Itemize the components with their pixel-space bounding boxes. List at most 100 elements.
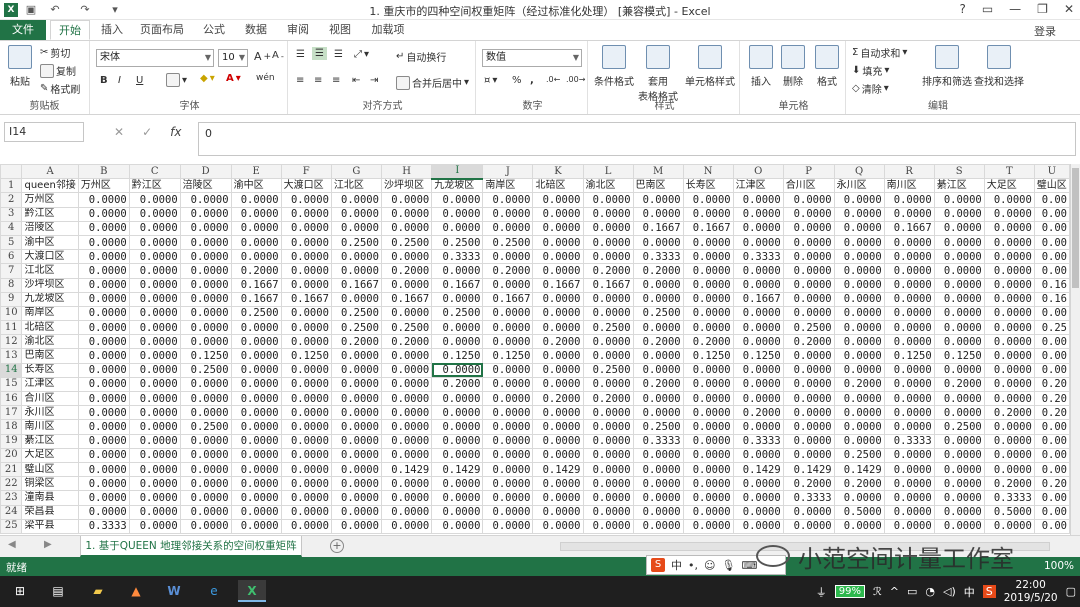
weight-cell[interactable]: 0.0000 — [330, 504, 382, 520]
weight-cell[interactable]: 0.0000 — [732, 447, 784, 463]
weight-cell[interactable]: 0.0000 — [632, 390, 684, 407]
file-explorer-icon[interactable]: ▰ — [84, 580, 112, 602]
weight-cell[interactable]: 0.0000 — [782, 518, 835, 534]
weight-cell[interactable]: 0.1250 — [933, 348, 985, 364]
borders-button[interactable]: ▾ — [166, 73, 187, 87]
weight-cell[interactable]: 0.20 — [1033, 476, 1070, 492]
weight-cell[interactable]: 0.0000 — [632, 476, 684, 492]
task-view-icon[interactable]: ▤ — [44, 580, 72, 602]
weight-cell[interactable]: 0.0000 — [983, 263, 1035, 279]
weight-cell[interactable]: 0.0000 — [983, 376, 1035, 393]
header-cell[interactable]: 渝中区 — [230, 178, 282, 194]
weight-cell[interactable]: 0.0000 — [179, 220, 232, 236]
weight-cell[interactable]: 0.0000 — [380, 192, 433, 208]
weight-cell[interactable]: 0.0000 — [883, 206, 935, 222]
weight-cell[interactable]: 0.0000 — [230, 320, 282, 336]
weight-cell[interactable]: 0.0000 — [883, 192, 935, 208]
weight-cell[interactable]: 0.3333 — [632, 433, 684, 449]
weight-cell[interactable]: 0.0000 — [532, 447, 584, 463]
weight-cell[interactable]: 0.0000 — [482, 277, 534, 293]
weight-cell[interactable]: 0.0000 — [230, 476, 282, 492]
weight-cell[interactable]: 0.1667 — [482, 291, 534, 307]
weight-cell[interactable]: 0.0000 — [883, 504, 935, 520]
weight-cell[interactable]: 0.0000 — [77, 220, 130, 236]
ime-lang[interactable]: 中 — [671, 557, 682, 573]
weight-cell[interactable]: 0.1667 — [682, 220, 734, 236]
column-header[interactable]: U — [1033, 164, 1070, 180]
weight-cell[interactable]: 0.0000 — [883, 390, 935, 407]
weight-cell[interactable]: 0.0000 — [179, 320, 232, 336]
weight-cell[interactable]: 0.0000 — [782, 405, 835, 421]
weight-cell[interactable]: 0.0000 — [883, 490, 935, 506]
header-cell[interactable]: 江北区 — [330, 178, 382, 194]
header-cell[interactable]: 永川区 — [833, 178, 885, 194]
weight-cell[interactable]: 0.0000 — [230, 419, 282, 435]
weight-cell[interactable]: 0.0000 — [431, 504, 484, 520]
format-cells-button[interactable]: 格式 — [812, 45, 842, 88]
column-header[interactable]: Q — [833, 164, 885, 180]
weight-cell[interactable]: 0.0000 — [431, 206, 484, 222]
ribbon-display-icon[interactable]: ▭ — [982, 2, 993, 16]
copy-button[interactable]: 复制 — [40, 63, 76, 78]
weight-cell[interactable]: 0.0000 — [280, 305, 332, 322]
weight-cell[interactable]: 0.0000 — [682, 447, 734, 463]
weight-cell[interactable]: 0.0000 — [431, 220, 484, 236]
weight-cell[interactable]: 0.0000 — [632, 320, 684, 336]
weight-cell[interactable]: 0.0000 — [380, 362, 433, 378]
weight-cell[interactable]: 0.0000 — [883, 277, 935, 293]
tab-home[interactable]: 开始 — [50, 20, 90, 40]
column-header[interactable]: D — [179, 164, 232, 180]
weight-cell[interactable]: 0.0000 — [230, 518, 282, 534]
weight-cell[interactable]: 0.0000 — [933, 206, 985, 222]
weight-cell[interactable]: 0.2500 — [782, 320, 835, 336]
weight-cell[interactable]: 0.0000 — [179, 447, 232, 463]
row-header[interactable]: 25 — [0, 518, 23, 534]
weight-cell[interactable]: 0.3333 — [732, 249, 784, 265]
weight-cell[interactable]: 0.0000 — [380, 490, 433, 506]
weight-cell[interactable]: 0.0000 — [983, 518, 1035, 534]
find-select-button[interactable]: 查找和选择 — [974, 45, 1024, 88]
region-name-cell[interactable]: 万州区 — [21, 192, 79, 208]
weight-cell[interactable]: 0.1667 — [632, 220, 684, 236]
weight-cell[interactable]: 0.0000 — [632, 291, 684, 307]
region-name-cell[interactable]: 渝中区 — [21, 234, 79, 251]
weight-cell[interactable]: 0.0000 — [883, 305, 935, 322]
weight-cell[interactable]: 0.0000 — [833, 390, 885, 407]
weight-cell[interactable]: 0.2000 — [330, 334, 382, 350]
weight-cell[interactable]: 0.2000 — [933, 376, 985, 393]
increase-decimal-button[interactable]: .0← — [546, 75, 560, 84]
clock[interactable]: 22:00 2019/5/20 — [1004, 579, 1058, 605]
header-cell[interactable]: 璧山区 — [1033, 178, 1070, 194]
align-center-button[interactable]: ≡ — [314, 75, 322, 86]
weight-cell[interactable]: 0.2000 — [482, 263, 534, 279]
weight-cell[interactable]: 0.0000 — [280, 461, 332, 478]
weight-cell[interactable]: 0.0000 — [933, 291, 985, 307]
weight-cell[interactable]: 0.0000 — [833, 419, 885, 435]
region-name-cell[interactable]: 九龙坡区 — [21, 291, 79, 307]
weight-cell[interactable]: 0.0000 — [482, 376, 534, 393]
weight-cell[interactable]: 0.1429 — [782, 461, 835, 478]
weight-cell[interactable]: 0.1250 — [280, 348, 332, 364]
weight-cell[interactable]: 0.0000 — [833, 277, 885, 293]
weight-cell[interactable]: 0.0000 — [833, 263, 885, 279]
weight-cell[interactable]: 0.0000 — [280, 433, 332, 449]
weight-cell[interactable]: 0.0000 — [983, 390, 1035, 407]
weight-cell[interactable]: 0.0000 — [128, 334, 181, 350]
weight-cell[interactable]: 0.0000 — [933, 447, 985, 463]
weight-cell[interactable]: 0.0000 — [431, 390, 484, 407]
weight-cell[interactable]: 0.0000 — [682, 518, 734, 534]
weight-cell[interactable]: 0.0000 — [482, 320, 534, 336]
weight-cell[interactable]: 0.00 — [1033, 234, 1070, 251]
weight-cell[interactable]: 0.1250 — [883, 348, 935, 364]
weight-cell[interactable]: 0.0000 — [77, 305, 130, 322]
weight-cell[interactable]: 0.1429 — [732, 461, 784, 478]
weight-cell[interactable]: 0.0000 — [782, 419, 835, 435]
weight-cell[interactable]: 0.0000 — [532, 518, 584, 534]
weight-cell[interactable]: 0.0000 — [833, 291, 885, 307]
row-header[interactable]: 23 — [0, 490, 23, 506]
weight-cell[interactable]: 0.0000 — [782, 433, 835, 449]
weight-cell[interactable]: 0.2500 — [330, 234, 382, 251]
weight-cell[interactable]: 0.0000 — [230, 348, 282, 364]
row-header[interactable]: 17 — [0, 405, 23, 421]
tab-insert[interactable]: 插入 — [96, 20, 128, 40]
